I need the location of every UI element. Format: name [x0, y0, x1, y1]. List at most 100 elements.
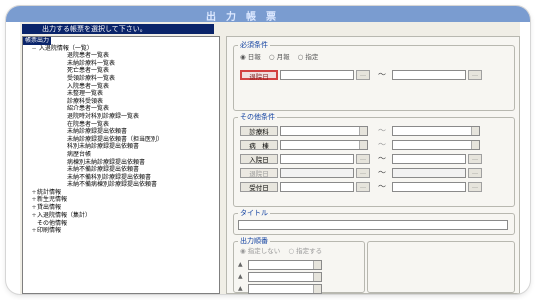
period-radio-group[interactable]: ◉ 日報 ○ 月報 ○ 指定	[240, 52, 318, 62]
collapse-icon[interactable]: −	[31, 45, 37, 52]
tree-group[interactable]: +印刷情報	[23, 227, 219, 235]
tree-item-label[interactable]: 未納診療料一覧表	[67, 60, 115, 67]
radio-no-order[interactable]: ◉ 指定しない	[240, 247, 280, 255]
tree-item[interactable]: 病棟別未納診療録提出依頼書	[23, 159, 219, 167]
tree-item[interactable]: 退院患者一覧表	[23, 52, 219, 60]
order-radio-group[interactable]: ◉ 指定しない ○ 指定する	[240, 246, 322, 256]
radio-monthly[interactable]: ○ 月報	[269, 53, 290, 61]
tree-item[interactable]: 退院時対科別診療録一覧表	[23, 113, 219, 121]
tree-group-label[interactable]: 統計情報	[37, 189, 61, 196]
tree-root[interactable]: 帳票出力	[23, 37, 219, 45]
tree-group-main[interactable]: − 入退院情報（一覧）	[23, 45, 219, 53]
tree-group[interactable]: +入退院情報（集計）	[23, 212, 219, 220]
range-separator: 〜	[378, 140, 386, 149]
discharge-date-to[interactable]	[392, 70, 466, 80]
tree-item-label[interactable]: 未納診療録提出依頼書	[67, 128, 127, 135]
reception-date-to[interactable]	[392, 182, 466, 192]
output-order-title: 出力順番	[238, 236, 270, 246]
tree-item[interactable]: 未納不備診療録提出依頼書	[23, 166, 219, 174]
tree-item[interactable]: 死亡患者一覧表	[23, 67, 219, 75]
tree-item-label[interactable]: 未納診療録提出依頼書（担当医別）	[67, 136, 163, 143]
tree-item-label[interactable]: 病歴台帳	[67, 151, 91, 158]
order-select-1[interactable]	[248, 260, 322, 270]
tree-item[interactable]: 科別未納診療録提出依頼書	[23, 143, 219, 151]
tree-item[interactable]: 紹介患者一覧表	[23, 105, 219, 113]
tree-group-label[interactable]: 印刷情報	[37, 227, 61, 234]
reception-date-from[interactable]	[280, 182, 354, 192]
tree-item-label[interactable]: 未納不備科別診療録提出依頼書	[67, 174, 151, 181]
title-input[interactable]	[238, 220, 508, 230]
sort-up-icon[interactable]: ▲	[238, 284, 243, 294]
calendar-button: …	[356, 168, 370, 178]
calendar-button[interactable]: …	[468, 182, 482, 192]
tree-item[interactable]: 入院患者一覧表	[23, 83, 219, 91]
order-select-3[interactable]	[248, 284, 322, 294]
radio-daily[interactable]: ◉ 日報	[240, 53, 261, 61]
admission-date-label: 入院日	[240, 154, 278, 164]
radio-order[interactable]: ○ 指定する	[288, 247, 322, 255]
tree-item-label[interactable]: 死亡患者一覧表	[67, 67, 109, 74]
tree-item-label[interactable]: 紹介患者一覧表	[67, 105, 109, 112]
tree-item-label[interactable]: 科別未納診療録提出依頼書	[67, 143, 139, 150]
tree-group[interactable]: その他情報	[23, 219, 219, 227]
ward-from-select[interactable]	[280, 140, 368, 150]
range-separator: 〜	[378, 182, 386, 191]
title-section-label: タイトル	[238, 208, 270, 218]
discharge-date-to-disabled	[392, 168, 466, 178]
tree-item-label[interactable]: 診療科受領表	[67, 98, 103, 105]
range-separator: 〜	[378, 168, 386, 177]
tree-item-label[interactable]: 退院時対科別診療録一覧表	[67, 113, 139, 120]
calendar-button[interactable]: …	[356, 182, 370, 192]
calendar-button-to[interactable]: …	[468, 70, 482, 80]
admission-date-to[interactable]	[392, 154, 466, 164]
tree-group-main-label[interactable]: 入退院情報（一覧）	[39, 45, 93, 52]
dept-to-select[interactable]	[392, 126, 480, 136]
instruction-banner: 出力する帳票を選択して下さい。	[22, 24, 214, 34]
tree-item[interactable]: 在院患者一覧表	[23, 121, 219, 129]
tree-item[interactable]: 受領診療料一覧表	[23, 75, 219, 83]
other-conditions-title: その他条件	[238, 112, 277, 122]
title-bar: 出力帳票	[6, 6, 530, 23]
sort-up-icon[interactable]: ▲	[238, 260, 243, 270]
report-tree[interactable]: 帳票出力 − 入退院情報（一覧） 退院患者一覧表 未納診療料一覧表 死亡患者一覧表受…	[22, 36, 220, 294]
tree-group-label[interactable]: 入退院情報（集計）	[37, 212, 91, 219]
radio-specified[interactable]: ○ 指定	[298, 53, 319, 61]
discharge-date-from[interactable]	[280, 70, 354, 80]
calendar-button[interactable]: …	[468, 154, 482, 164]
tree-item-label[interactable]: 退院患者一覧表	[67, 52, 109, 59]
required-section-title: 必須条件	[238, 40, 270, 50]
tree-item-label[interactable]: 受領診療料一覧表	[67, 75, 115, 82]
ward-to-select[interactable]	[392, 140, 480, 150]
tree-item-label[interactable]: 病棟別未納診療録提出依頼書	[67, 159, 145, 166]
discharge-date-label: 退院日	[240, 70, 278, 81]
admission-date-from[interactable]	[280, 154, 354, 164]
required-section: 必須条件 ◉ 日報 ○ 月報 ○ 指定 退院日 … 〜 …	[233, 40, 515, 111]
tree-item-label[interactable]: 未納不備病棟別診療録提出依頼書	[67, 181, 157, 188]
dept-from-select[interactable]	[280, 126, 368, 136]
tree-item[interactable]: 未整理一覧表	[23, 90, 219, 98]
sort-up-icon[interactable]: ▲	[238, 272, 243, 282]
output-order-section: 出力順番 ◉ 指定しない ○ 指定する ▲ ▲ ▲	[233, 236, 365, 294]
reception-date-label: 受付日	[240, 182, 278, 192]
tree-root-label[interactable]: 帳票出力	[23, 37, 52, 45]
calendar-button[interactable]: …	[356, 154, 370, 164]
tree-group[interactable]: +新生児情報	[23, 196, 219, 204]
tree-item-label[interactable]: 未納不備診療録提出依頼書	[67, 166, 139, 173]
tree-item[interactable]: 未納不備病棟別診療録提出依頼書	[23, 181, 219, 189]
tree-item[interactable]: 診療科受領表	[23, 98, 219, 106]
title-section: タイトル	[233, 208, 515, 235]
tree-item[interactable]: 未納診療料一覧表	[23, 60, 219, 68]
tree-group-label[interactable]: 貸出情報	[37, 204, 61, 211]
tree-item-label[interactable]: 入院患者一覧表	[67, 83, 109, 90]
report-window: 出力する帳票を選択して下さい。 帳票出力 − 入退院情報（一覧） 退院患者一覧表…	[20, 22, 520, 294]
tree-item[interactable]: 病歴台帳	[23, 151, 219, 159]
tree-item-label[interactable]: 未整理一覧表	[67, 90, 103, 97]
tree-item[interactable]: 未納診療録提出依頼書	[23, 128, 219, 136]
tree-item-label[interactable]: 在院患者一覧表	[67, 121, 109, 128]
range-separator: 〜	[378, 126, 386, 135]
calendar-button-from[interactable]: …	[356, 70, 370, 80]
tree-group-label[interactable]: 新生児情報	[37, 196, 67, 203]
order-select-2[interactable]	[248, 272, 322, 282]
range-separator: 〜	[378, 70, 386, 79]
tree-group[interactable]: +貸出情報	[23, 204, 219, 212]
